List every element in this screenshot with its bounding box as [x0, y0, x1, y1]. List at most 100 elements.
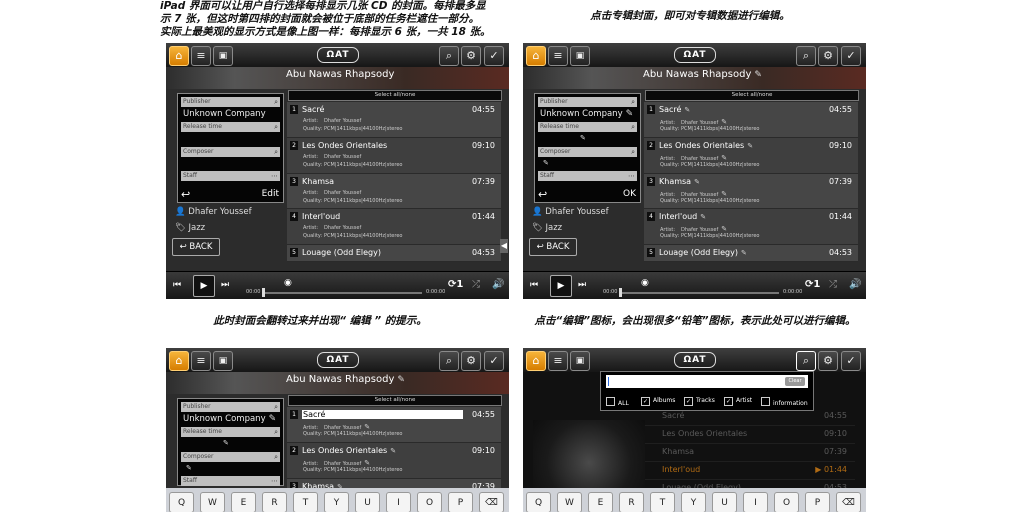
progress-knob[interactable]: [262, 288, 265, 297]
settings-icon[interactable]: ⚙: [818, 46, 838, 66]
backspace-icon[interactable]: ⌫: [836, 492, 861, 512]
back-button[interactable]: ↩ BACK: [529, 238, 577, 256]
key[interactable]: O: [417, 492, 442, 512]
radio-icon[interactable]: ▣: [213, 351, 233, 371]
publisher-field[interactable]: Publisher ⌕: [181, 97, 280, 107]
return-icon[interactable]: ↩: [538, 188, 547, 201]
ok-button[interactable]: OK: [623, 189, 636, 199]
back-button[interactable]: ↩ BACK: [172, 238, 220, 256]
radio-icon[interactable]: ▣: [570, 351, 590, 371]
key[interactable]: P: [805, 492, 830, 512]
speaker-icon[interactable]: 🔊: [492, 279, 504, 290]
key[interactable]: T: [293, 492, 318, 512]
home-icon[interactable]: ⌂: [169, 351, 189, 371]
list-icon[interactable]: ≡: [191, 46, 211, 66]
volume-icon[interactable]: ◉: [641, 278, 649, 288]
pencil-icon[interactable]: ✎: [580, 134, 586, 142]
play-button[interactable]: ▶: [193, 275, 215, 297]
list-icon[interactable]: ≡: [548, 351, 568, 371]
repeat-icon[interactable]: ⟳1: [448, 279, 463, 290]
key[interactable]: E: [588, 492, 613, 512]
option-all[interactable]: ALL: [606, 397, 629, 407]
staff-field[interactable]: Staff ⋯: [181, 476, 280, 486]
track-row[interactable]: 2 Les Ondes Orientales 09:10 Artist: Dhafer …: [287, 137, 501, 174]
release-time-field[interactable]: Release time ⌕: [538, 122, 637, 132]
shuffle-icon[interactable]: ⤮: [829, 279, 837, 290]
track-row[interactable]: 3 Khamsa 07:39 Artist: Dhafer Youssef Quality…: [287, 173, 501, 210]
list-icon[interactable]: ≡: [548, 46, 568, 66]
play-button[interactable]: ▶: [550, 275, 572, 297]
repeat-icon[interactable]: ⟳1: [805, 279, 820, 290]
key[interactable]: P: [448, 492, 473, 512]
track-row[interactable]: 4 Interl'oud 01:44 Artist: Dhafer Youssef Qua…: [287, 209, 501, 246]
check-icon[interactable]: ✓: [484, 351, 504, 371]
staff-field[interactable]: Staff ⋯: [538, 171, 637, 181]
option-albums[interactable]: ✓ Albums: [641, 397, 675, 406]
key[interactable]: U: [712, 492, 737, 512]
artist-label[interactable]: 👤 Dhafer Youssef: [532, 207, 609, 217]
key[interactable]: T: [650, 492, 675, 512]
release-time-field[interactable]: Release time ⌕: [181, 122, 280, 132]
composer-field[interactable]: Composer ⌕: [538, 147, 637, 157]
track-row[interactable]: 4 Interl'oud ✎ 01:44 Artist: Dhafer Youssef ✎ Q…: [644, 209, 858, 246]
progress-bar[interactable]: [621, 292, 779, 294]
clear-button[interactable]: Clear: [785, 377, 805, 386]
key[interactable]: R: [619, 492, 644, 512]
home-icon[interactable]: ⌂: [526, 351, 546, 371]
key[interactable]: U: [355, 492, 380, 512]
track-row[interactable]: 5 Louage (Odd Elegy) 04:53: [287, 245, 501, 263]
key[interactable]: I: [743, 492, 768, 512]
search-input[interactable]: Clear: [606, 375, 808, 388]
select-all-button[interactable]: Select all/none: [645, 90, 859, 101]
previous-icon[interactable]: ⏮: [173, 280, 181, 290]
artist-label[interactable]: 👤 Dhafer Youssef: [175, 207, 252, 217]
key[interactable]: O: [774, 492, 799, 512]
pencil-icon[interactable]: ✎: [397, 375, 405, 385]
backspace-icon[interactable]: ⌫: [479, 492, 504, 512]
genre-label[interactable]: 🏷 Jazz: [532, 223, 562, 233]
settings-icon[interactable]: ⚙: [461, 46, 481, 66]
check-icon[interactable]: ✓: [841, 46, 861, 66]
staff-field[interactable]: Staff ⋯: [181, 171, 280, 181]
key[interactable]: Y: [324, 492, 349, 512]
publisher-field[interactable]: Publisher ⌕: [538, 97, 637, 107]
home-icon[interactable]: ⌂: [169, 46, 189, 66]
search-icon[interactable]: ⌕: [796, 351, 816, 371]
key[interactable]: R: [262, 492, 287, 512]
key[interactable]: Q: [526, 492, 551, 512]
select-all-button[interactable]: Select all/none: [288, 90, 502, 101]
settings-icon[interactable]: ⚙: [818, 351, 838, 371]
publisher-field[interactable]: Publisher ⌕: [181, 402, 280, 412]
check-icon[interactable]: ✓: [841, 351, 861, 371]
pencil-icon[interactable]: ✎: [223, 439, 229, 447]
key[interactable]: E: [231, 492, 256, 512]
radio-icon[interactable]: ▣: [213, 46, 233, 66]
pencil-icon[interactable]: ✎: [543, 159, 549, 167]
release-time-field[interactable]: Release time ⌕: [181, 427, 280, 437]
key[interactable]: Q: [169, 492, 194, 512]
chevron-left-icon[interactable]: ◀: [500, 239, 508, 253]
pencil-icon[interactable]: ✎: [754, 70, 762, 80]
speaker-icon[interactable]: 🔊: [849, 279, 861, 290]
search-icon[interactable]: ⌕: [439, 351, 459, 371]
track-row[interactable]: 5 Louage (Odd Elegy) ✎ 04:53: [644, 245, 858, 263]
track-row[interactable]: 1 Sacré 04:55 Artist: Dhafer Youssef ✎ Quality…: [287, 407, 501, 443]
pencil-icon[interactable]: ✎: [186, 464, 192, 472]
key[interactable]: I: [386, 492, 411, 512]
track-row[interactable]: 2 Les Ondes Orientales ✎ 09:10 Artist: Dhafer…: [287, 442, 501, 479]
progress-bar[interactable]: [264, 292, 422, 294]
radio-icon[interactable]: ▣: [570, 46, 590, 66]
search-icon[interactable]: ⌕: [796, 46, 816, 66]
check-icon[interactable]: ✓: [484, 46, 504, 66]
return-icon[interactable]: ↩: [181, 188, 190, 201]
home-icon[interactable]: ⌂: [526, 46, 546, 66]
option-artist[interactable]: ✓ Artist: [724, 397, 752, 406]
track-row[interactable]: 2 Les Ondes Orientales ✎ 09:10 Artist: Dhafer…: [644, 137, 858, 174]
settings-icon[interactable]: ⚙: [461, 351, 481, 371]
volume-icon[interactable]: ◉: [284, 278, 292, 288]
key[interactable]: Y: [681, 492, 706, 512]
track-row[interactable]: 1 Sacré ✎ 04:55 Artist: Dhafer Youssef ✎ Qualit…: [644, 102, 858, 138]
edit-button[interactable]: Edit: [262, 189, 279, 199]
key[interactable]: W: [200, 492, 225, 512]
genre-label[interactable]: 🏷 Jazz: [175, 223, 205, 233]
